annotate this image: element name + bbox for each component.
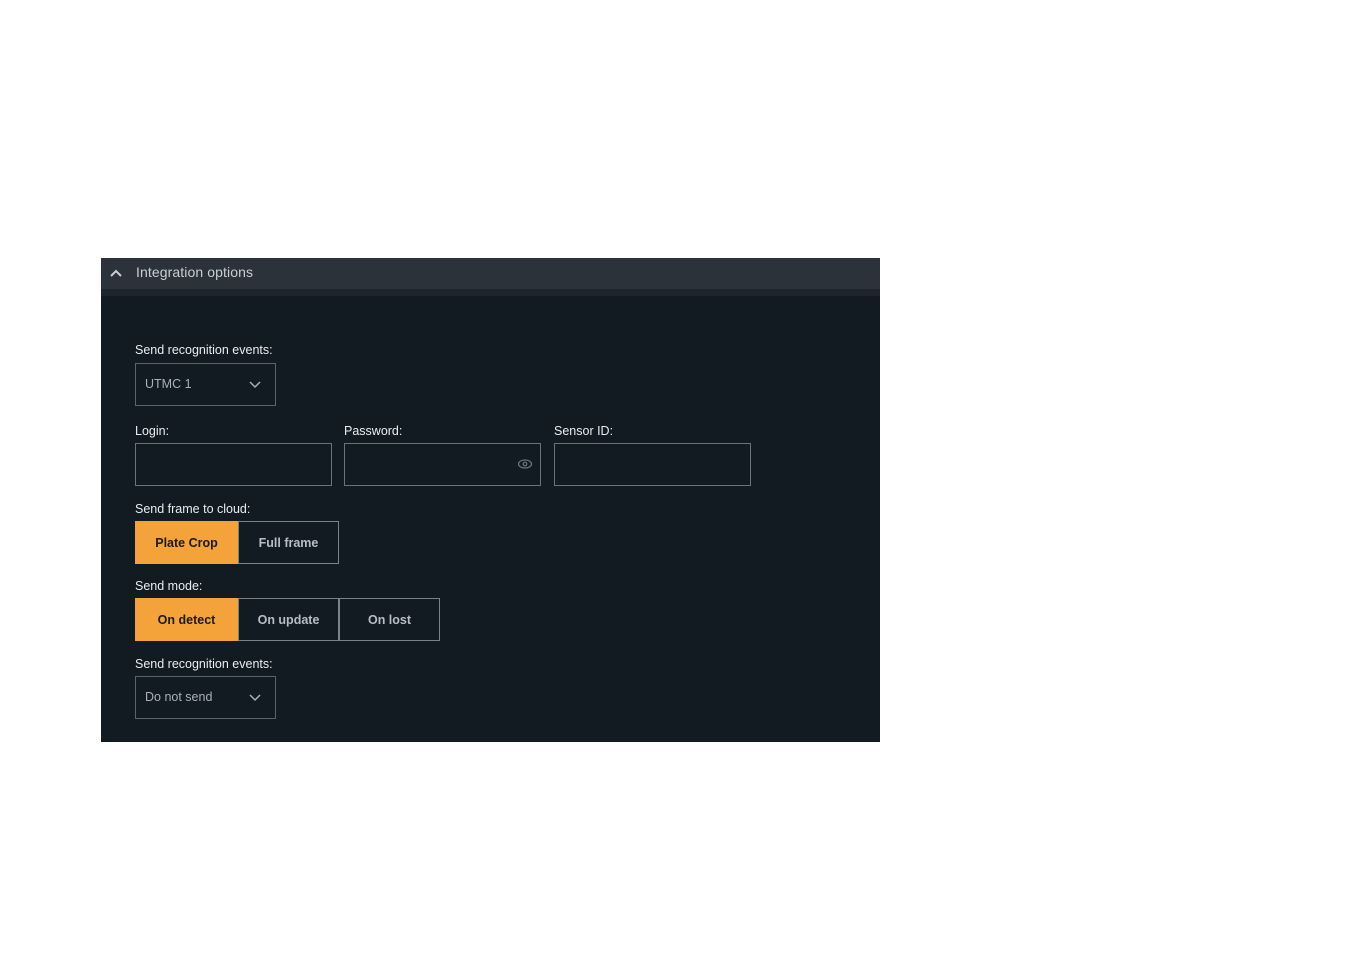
on-lost-button[interactable]: On lost <box>339 598 440 641</box>
password-input[interactable] <box>344 443 541 486</box>
plate-crop-button[interactable]: Plate Crop <box>135 521 238 564</box>
full-frame-button[interactable]: Full frame <box>238 521 339 564</box>
panel-header[interactable]: Integration options <box>101 258 880 296</box>
recognition-events-select-2[interactable]: Do not send <box>135 676 276 719</box>
sensor-id-label: Sensor ID: <box>554 424 614 438</box>
login-input[interactable] <box>135 443 332 486</box>
chevron-down-icon <box>249 381 261 389</box>
chevron-up-icon[interactable] <box>110 268 122 278</box>
panel-title: Integration options <box>136 264 254 280</box>
recognition-events-label-2: Send recognition events: <box>135 657 273 671</box>
on-update-button[interactable]: On update <box>238 598 339 641</box>
recognition-events-select[interactable]: UTMC 1 <box>135 363 276 406</box>
sensor-id-input[interactable] <box>554 443 751 486</box>
on-detect-button[interactable]: On detect <box>135 598 238 641</box>
login-label: Login: <box>135 424 170 438</box>
recognition-events-value-2: Do not send <box>145 690 213 704</box>
frame-to-cloud-label: Send frame to cloud: <box>135 502 251 516</box>
eye-icon[interactable] <box>517 458 533 470</box>
send-mode-label: Send mode: <box>135 579 203 593</box>
recognition-events-label: Send recognition events: <box>135 343 273 357</box>
integration-options-panel: Integration options Send recognition eve… <box>101 258 880 742</box>
recognition-events-value: UTMC 1 <box>145 377 192 391</box>
password-label: Password: <box>344 424 403 438</box>
chevron-down-icon <box>249 694 261 702</box>
